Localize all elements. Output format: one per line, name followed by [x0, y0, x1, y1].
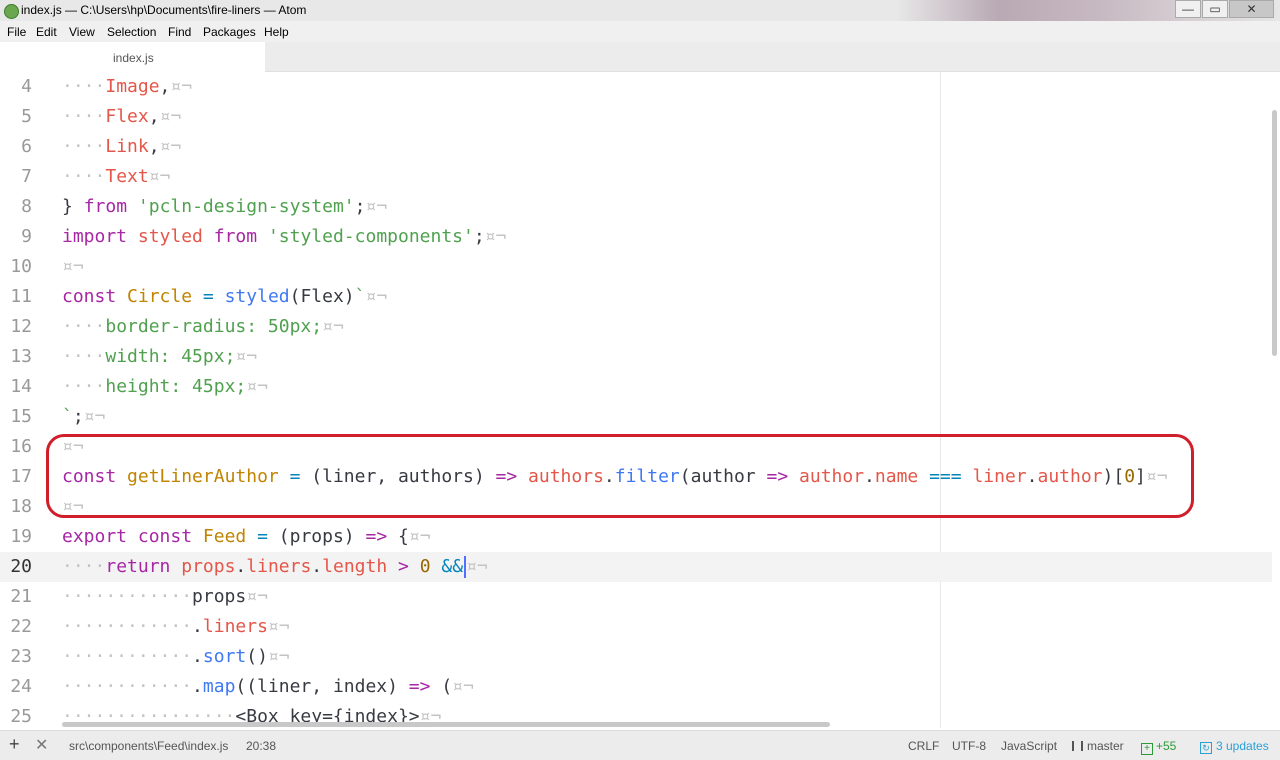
code-line[interactable]: 15 `;¤¬ — [0, 402, 1272, 432]
line-number: 17 — [10, 466, 32, 487]
menu-find[interactable]: Find — [168, 25, 191, 39]
minimize-button[interactable]: — — [1175, 0, 1201, 18]
code-line[interactable]: 21 ············props¤¬ — [0, 582, 1272, 612]
line-number: 8 — [21, 196, 32, 217]
code-line[interactable]: 8} from 'pcln-design-system';¤¬ — [0, 192, 1272, 222]
vertical-scrollbar[interactable] — [1272, 110, 1277, 356]
line-number: 16 — [10, 436, 32, 457]
line-number: 10 — [10, 256, 32, 277]
package-updates[interactable]: ↻ 3 updates — [1200, 739, 1269, 754]
title-bar: index.js — C:\Users\hp\Documents\fire-li… — [0, 0, 1280, 21]
encoding[interactable]: UTF-8 — [952, 739, 986, 753]
code-editor[interactable]: 4 ····Image,¤¬ 5 ····Flex,¤¬ 6 ····Link,¤¬ … — [0, 72, 1280, 730]
git-diff[interactable]: + +55 — [1141, 739, 1176, 755]
window-title: index.js — C:\Users\hp\Documents\fire-li… — [21, 3, 307, 17]
horizontal-scrollbar[interactable] — [62, 722, 830, 727]
close-button[interactable]: ✕ — [1229, 0, 1274, 18]
code-line[interactable]: 22 ············.liners¤¬ — [0, 612, 1272, 642]
line-number: 12 — [10, 316, 32, 337]
code-line[interactable]: 10 ¤¬ — [0, 252, 1272, 282]
add-icon[interactable]: + — [9, 734, 20, 755]
diff-count: +55 — [1156, 739, 1177, 753]
code-line[interactable]: 6 ····Link,¤¬ — [0, 132, 1272, 162]
line-number: 15 — [10, 406, 32, 427]
line-number: 13 — [10, 346, 32, 367]
line-number: 14 — [10, 376, 32, 397]
code-line-current[interactable]: 20 ····return props.liners.length > 0 && ¤… — [0, 552, 1272, 582]
cursor-position[interactable]: 20:38 — [246, 739, 276, 753]
code-line[interactable]: 13 ····width: 45px;¤¬ — [0, 342, 1272, 372]
grammar[interactable]: JavaScript — [1001, 739, 1057, 753]
line-ending[interactable]: CRLF — [908, 739, 939, 753]
code-line[interactable]: 4 ····Image,¤¬ — [0, 72, 1272, 102]
git-branch-icon — [1072, 741, 1083, 751]
line-number: 11 — [10, 286, 32, 307]
tab-label: index.js — [113, 51, 154, 65]
line-number: 4 — [21, 76, 32, 97]
updates-label: 3 updates — [1216, 739, 1269, 753]
code-line[interactable]: 24 ············.map((liner, index) => (¤¬ — [0, 672, 1272, 702]
line-number: 9 — [21, 226, 32, 247]
diff-added-icon: + — [1141, 743, 1153, 755]
line-number: 6 — [21, 136, 32, 157]
line-number: 7 — [21, 166, 32, 187]
close-icon[interactable]: ✕ — [35, 735, 48, 755]
menu-bar: File Edit View Selection Find Packages H… — [0, 21, 1280, 42]
line-number: 25 — [10, 706, 32, 727]
line-number: 19 — [10, 526, 32, 547]
git-branch[interactable]: master — [1072, 739, 1124, 753]
code-line[interactable]: 14 ····height: 45px;¤¬ — [0, 372, 1272, 402]
file-path[interactable]: src\components\Feed\index.js — [69, 739, 228, 753]
menu-selection[interactable]: Selection — [107, 25, 156, 39]
code-line[interactable]: 11 const Circle = styled(Flex)`¤¬ — [0, 282, 1272, 312]
line-number: 23 — [10, 646, 32, 667]
code-line[interactable]: 7 ····Text¤¬ — [0, 162, 1272, 192]
tab-index-js[interactable]: index.js — [0, 42, 265, 72]
line-number: 20 — [10, 556, 32, 577]
package-icon: ↻ — [1200, 742, 1212, 754]
menu-help[interactable]: Help — [264, 25, 289, 39]
status-bar: + ✕ src\components\Feed\index.js 20:38 C… — [0, 730, 1280, 760]
line-number: 18 — [10, 496, 32, 517]
code-line[interactable]: 9 import styled from 'styled-components';… — [0, 222, 1272, 252]
branch-name: master — [1087, 739, 1124, 753]
line-number: 21 — [10, 586, 32, 607]
highlight-annotation — [46, 434, 1194, 518]
maximize-button[interactable]: ▭ — [1202, 0, 1228, 18]
menu-file[interactable]: File — [7, 25, 26, 39]
menu-edit[interactable]: Edit — [36, 25, 57, 39]
tab-bar: index.js — [0, 42, 1280, 72]
line-number: 22 — [10, 616, 32, 637]
code-line[interactable]: 19 export const Feed = (props) => {¤¬ — [0, 522, 1272, 552]
code-line[interactable]: 5 ····Flex,¤¬ — [0, 102, 1272, 132]
menu-view[interactable]: View — [69, 25, 95, 39]
line-number: 24 — [10, 676, 32, 697]
code-line[interactable]: 12 ····border-radius: 50px;¤¬ — [0, 312, 1272, 342]
code-line[interactable]: 23 ············.sort()¤¬ — [0, 642, 1272, 672]
menu-packages[interactable]: Packages — [203, 25, 256, 39]
line-number: 5 — [21, 106, 32, 127]
atom-app-icon — [4, 4, 19, 19]
